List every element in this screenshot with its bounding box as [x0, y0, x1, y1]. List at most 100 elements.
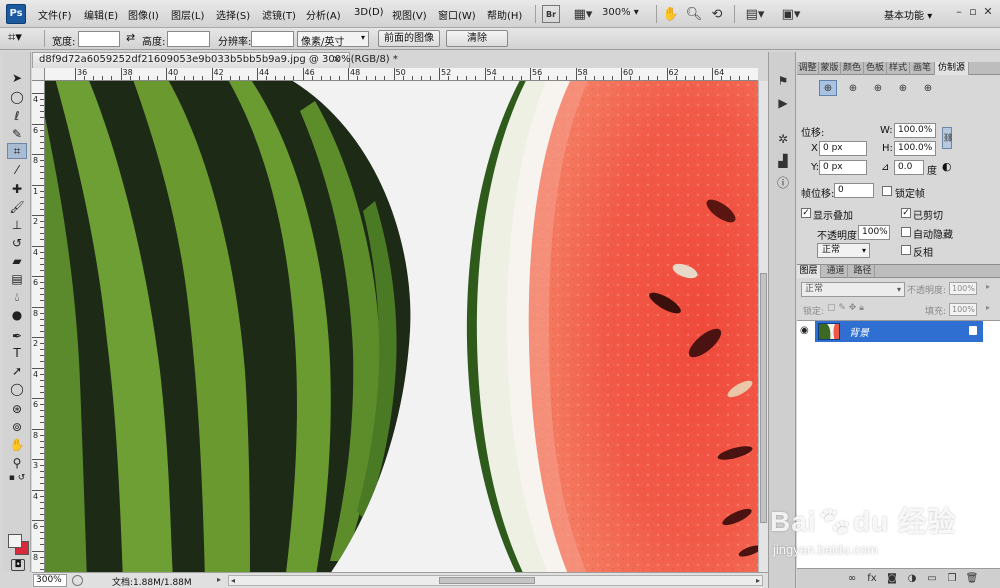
layer-row-background[interactable]: 背景: [815, 321, 983, 342]
tab-adjustments[interactable]: 调整: [797, 62, 819, 75]
menu-view[interactable]: 视图(V): [392, 7, 427, 22]
tab-paths[interactable]: 路径: [851, 265, 875, 278]
tab-styles[interactable]: 样式: [887, 62, 910, 75]
frame-offset-input[interactable]: 0: [834, 183, 874, 198]
zoom-tool-icon[interactable]: ⚲: [7, 455, 27, 471]
quick-selection-tool-icon[interactable]: ✎: [7, 126, 27, 142]
delete-layer-icon[interactable]: 🗑︎: [965, 572, 979, 586]
menu-help[interactable]: 帮助(H): [487, 7, 522, 22]
overlay-blend-mode-select[interactable]: 正常 ▾: [817, 243, 870, 258]
menu-analysis[interactable]: 分析(A): [306, 7, 341, 22]
menu-file[interactable]: 文件(F): [38, 7, 72, 22]
workspace-switcher[interactable]: 基本功能 ▾: [884, 7, 932, 22]
crop-tool-preset-icon[interactable]: ⌗▾: [8, 30, 22, 45]
minimize-button[interactable]: –: [952, 5, 966, 19]
tab-layers[interactable]: 图层: [797, 265, 821, 278]
layer-visibility-eye-icon[interactable]: ◉: [800, 325, 809, 336]
restore-button[interactable]: ▫: [966, 5, 980, 19]
image-canvas[interactable]: [45, 81, 758, 572]
close-window-button[interactable]: ✕: [981, 5, 995, 19]
clone-source-3-button[interactable]: ⊕: [869, 80, 887, 96]
resolution-input[interactable]: [251, 31, 294, 47]
ruler-origin[interactable]: [32, 68, 45, 81]
menu-window[interactable]: 窗口(W): [438, 7, 476, 22]
eyedropper-tool-icon[interactable]: ⁄: [7, 162, 27, 178]
navigator-panel-icon[interactable]: ▟: [773, 152, 793, 170]
offset-y-input[interactable]: 0 px: [819, 160, 867, 175]
layer-name[interactable]: 背景: [849, 324, 869, 339]
reset-transform-icon[interactable]: ◐: [942, 160, 952, 173]
horizontal-scrollbar[interactable]: ◂ ▸: [228, 575, 763, 586]
close-document-icon[interactable]: ×: [333, 54, 341, 65]
menu-select[interactable]: 选择(S): [216, 7, 250, 22]
marquee-tool-icon[interactable]: ◯: [7, 89, 27, 105]
eraser-tool-icon[interactable]: ▰: [7, 253, 27, 269]
path-selection-tool-icon[interactable]: ➚: [7, 363, 27, 379]
overlay-opacity-input[interactable]: 100%: [858, 225, 890, 240]
hand-tool-icon[interactable]: ✋: [662, 5, 680, 23]
clone-source-4-button[interactable]: ⊕: [894, 80, 912, 96]
layer-style-icon[interactable]: fx: [865, 572, 879, 586]
dodge-tool-icon[interactable]: ●: [7, 307, 27, 323]
foreground-color-swatch[interactable]: [8, 534, 22, 548]
tab-color[interactable]: 颜色: [841, 62, 864, 75]
menu-edit[interactable]: 编辑(E): [84, 7, 118, 22]
menu-filter[interactable]: 滤镜(T): [262, 7, 296, 22]
3d-orbit-tool-icon[interactable]: ⊚: [7, 419, 27, 435]
history-brush-tool-icon[interactable]: ↺: [7, 235, 27, 251]
scale-h-input[interactable]: 100.0%: [894, 141, 936, 156]
tab-brushes[interactable]: 画笔: [910, 62, 935, 75]
layer-blend-mode-select[interactable]: 正常 ▾: [801, 282, 905, 297]
tab-channels[interactable]: 通道: [824, 265, 848, 278]
swap-colors-icon[interactable]: ▪ ↺: [7, 470, 27, 486]
layer-opacity-input[interactable]: 100%: [949, 282, 977, 295]
horizontal-scroll-thumb[interactable]: [439, 577, 535, 584]
info-panel-icon[interactable]: ⓘ: [773, 174, 793, 192]
screen-mode-icon[interactable]: ▣▾: [778, 5, 804, 23]
tab-clone-source[interactable]: 仿制源: [935, 62, 969, 75]
vertical-scroll-thumb[interactable]: [760, 273, 767, 523]
document-size-info[interactable]: 文档:1.88M/1.88M: [112, 575, 192, 588]
zoom-field[interactable]: 300%: [33, 574, 67, 587]
auto-hide-checkbox[interactable]: [901, 227, 911, 237]
quick-mask-icon[interactable]: ◘: [11, 559, 25, 571]
clone-source-2-button[interactable]: ⊕: [844, 80, 862, 96]
link-layers-icon[interactable]: ∞: [845, 572, 859, 586]
rotation-angle-input[interactable]: 0.0: [894, 160, 924, 175]
document-tab[interactable]: d8f9d72a6059252df21609053e9b033b5bb5b9a9…: [32, 52, 398, 68]
rotate-view-icon[interactable]: ⟲: [708, 5, 726, 23]
new-group-icon[interactable]: ▭: [925, 572, 939, 586]
offset-x-input[interactable]: 0 px: [819, 141, 867, 156]
clear-button[interactable]: 清除: [446, 30, 508, 47]
width-input[interactable]: [78, 31, 120, 47]
resolution-unit-select[interactable]: 像素/英寸 ▾: [297, 31, 369, 48]
tab-masks[interactable]: 蒙版: [819, 62, 841, 75]
zoom-level-select[interactable]: 300% ▾: [602, 7, 639, 18]
clipped-checkbox[interactable]: ✓: [901, 208, 911, 218]
history-panel-icon[interactable]: ⚑: [773, 72, 793, 90]
front-image-button[interactable]: 前面的图像: [378, 30, 440, 47]
actions-panel-icon[interactable]: ▶: [773, 94, 793, 112]
crop-tool-icon[interactable]: ⌗: [7, 143, 27, 159]
status-menu-arrow-icon[interactable]: ▸: [217, 575, 221, 584]
pen-tool-icon[interactable]: ✒: [7, 328, 27, 344]
show-overlay-checkbox[interactable]: ✓: [801, 208, 811, 218]
menu-image[interactable]: 图像(I): [128, 7, 159, 22]
scroll-left-icon[interactable]: ◂: [231, 576, 235, 585]
swap-dimensions-icon[interactable]: ⇄: [126, 31, 135, 44]
status-info-icon[interactable]: [72, 575, 83, 586]
lock-frame-checkbox[interactable]: [882, 186, 892, 196]
layer-opacity-arrow-icon[interactable]: ▸: [986, 282, 990, 291]
lock-options-icon[interactable]: ▢ ✎ ✥ 🔒︎: [827, 303, 864, 313]
invert-checkbox[interactable]: [901, 245, 911, 255]
menu-layer[interactable]: 图层(L): [171, 7, 204, 22]
fill-arrow-icon[interactable]: ▸: [986, 303, 990, 312]
lasso-tool-icon[interactable]: ℓ: [7, 108, 27, 124]
vertical-scrollbar[interactable]: [758, 81, 768, 572]
scale-w-input[interactable]: 100.0%: [894, 123, 936, 138]
zoom-tool-icon[interactable]: 🔍︎: [685, 5, 703, 23]
tab-swatches[interactable]: 色板: [864, 62, 887, 75]
adjustment-layer-icon[interactable]: ◑: [905, 572, 919, 586]
move-tool-icon[interactable]: ➤: [7, 70, 27, 86]
type-tool-icon[interactable]: T: [7, 345, 27, 361]
